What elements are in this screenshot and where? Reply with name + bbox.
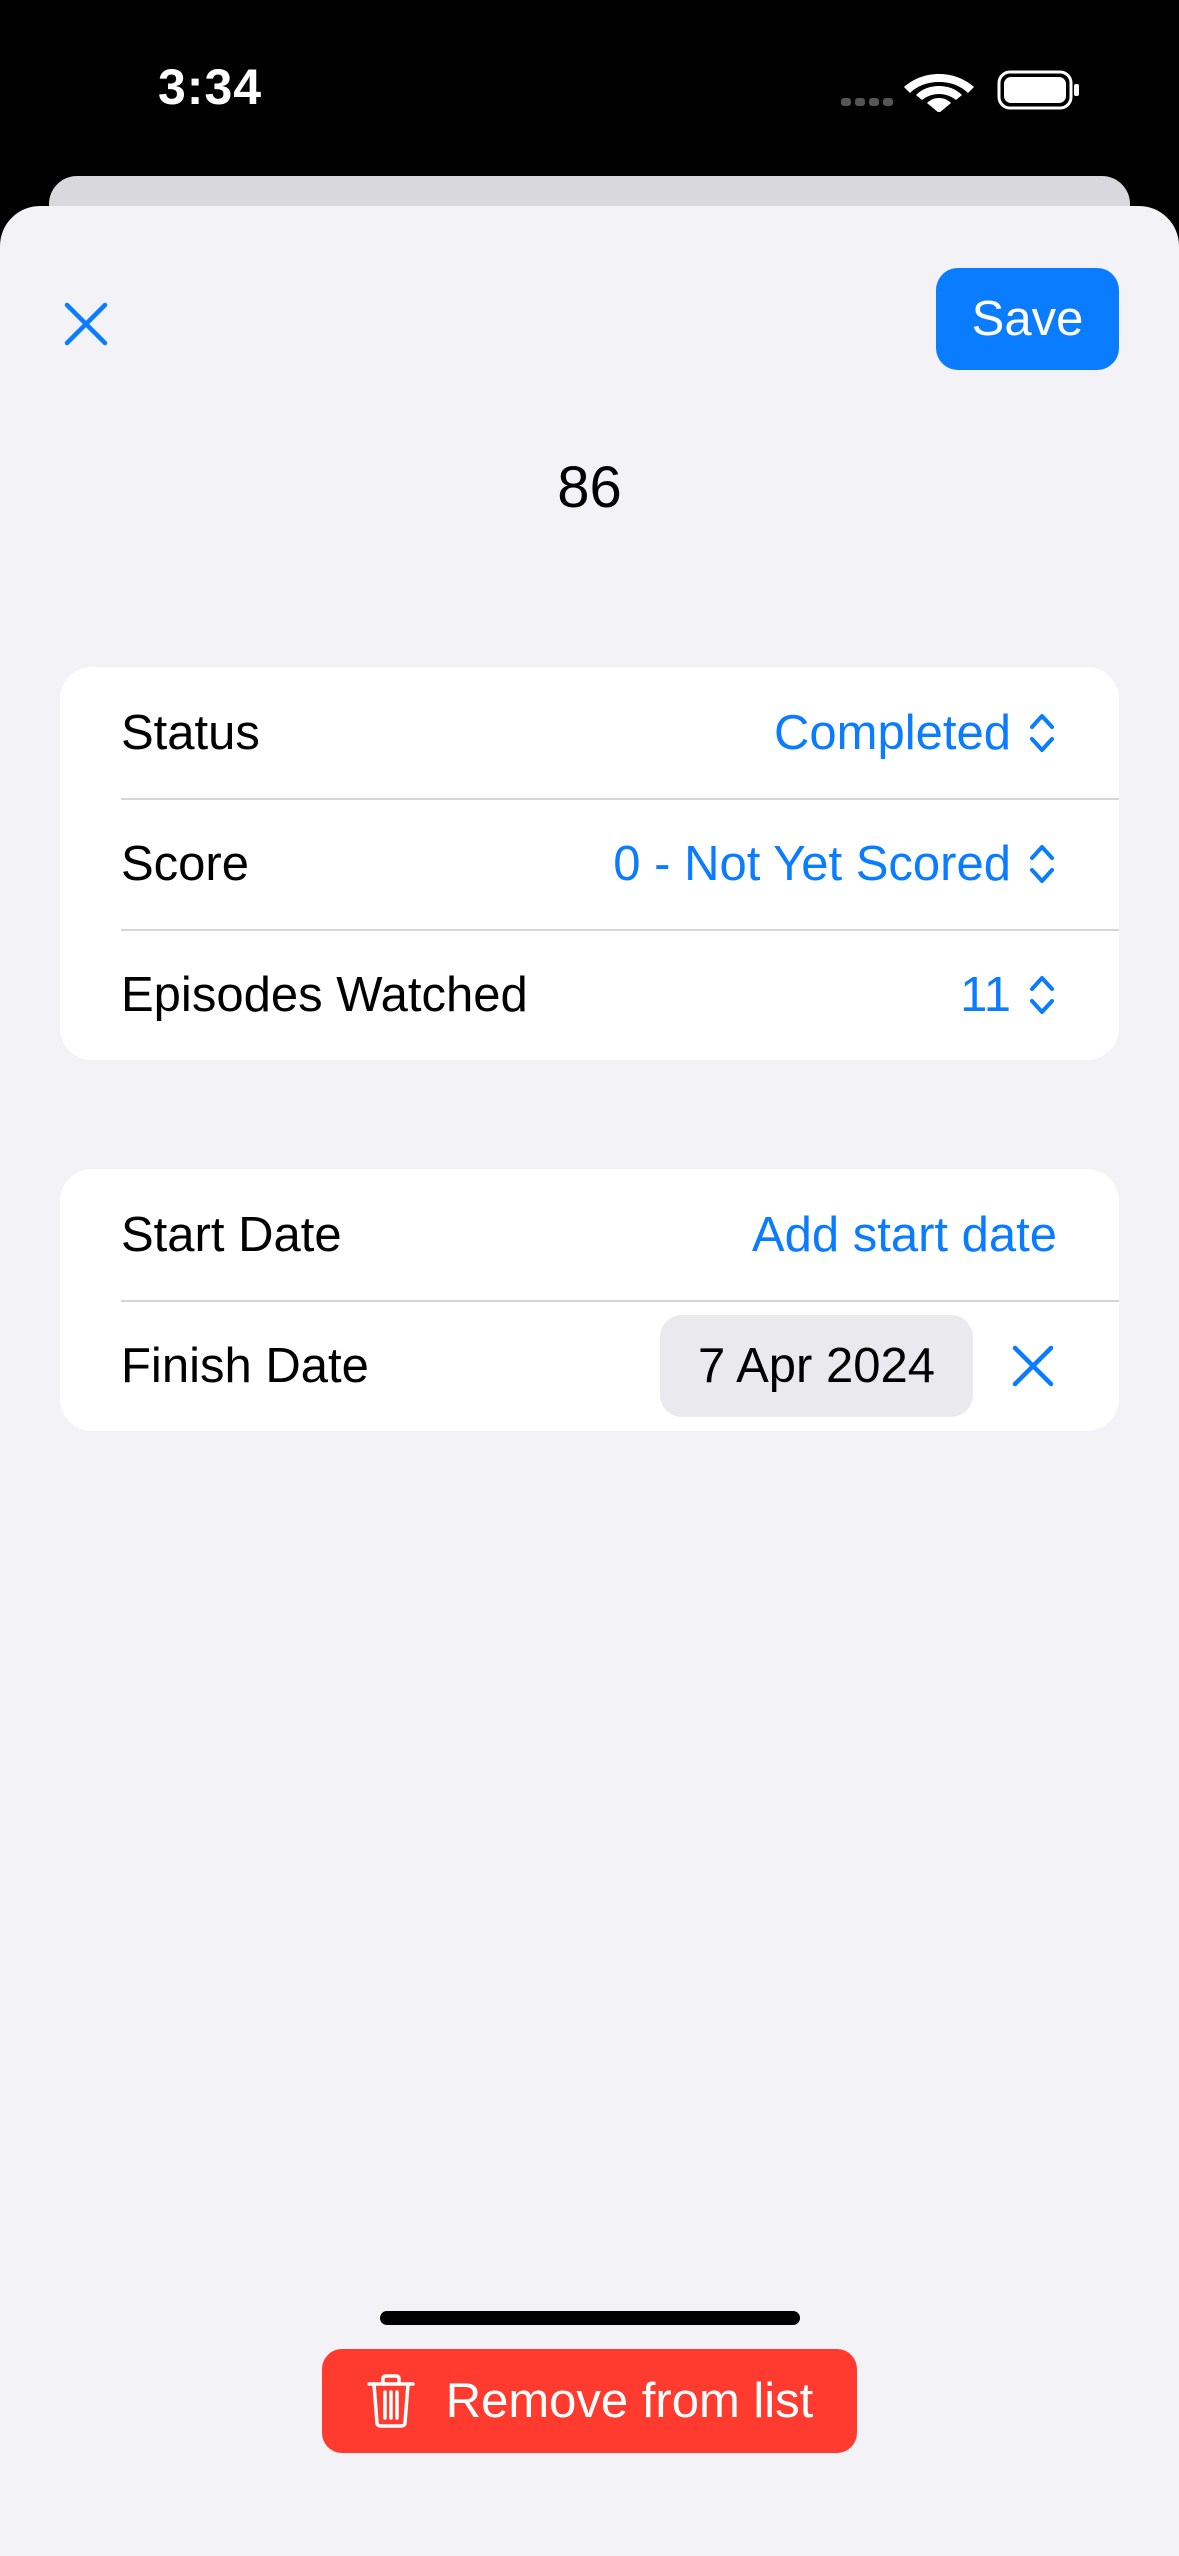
start-date-row: Start Date Add start date	[60, 1169, 1119, 1300]
episodes-value: 11	[960, 967, 1011, 1022]
dates-card: Start Date Add start date Finish Date 7 …	[60, 1169, 1119, 1431]
score-value: 0 - Not Yet Scored	[613, 836, 1011, 891]
status-time: 3:34	[158, 59, 263, 115]
add-start-date-button[interactable]: Add start date	[752, 1207, 1057, 1263]
signal-icon	[841, 98, 893, 106]
score-label: Score	[121, 836, 250, 891]
tracking-card: Status Completed Score 0 - Not Yet Score…	[60, 667, 1119, 1060]
episodes-row: Episodes Watched 11	[60, 929, 1119, 1060]
page-title: 86	[557, 455, 622, 520]
save-button[interactable]: Save	[936, 268, 1119, 370]
close-icon	[1012, 1345, 1054, 1386]
episodes-label: Episodes Watched	[121, 967, 528, 1022]
status-picker[interactable]: Completed	[774, 705, 1057, 761]
trash-icon	[366, 2374, 415, 2428]
clear-finish-date-button[interactable]	[1009, 1342, 1057, 1390]
score-picker[interactable]: 0 - Not Yet Scored	[613, 836, 1057, 892]
remove-from-list-button[interactable]: Remove from list	[322, 2349, 857, 2453]
close-icon	[64, 302, 108, 346]
status-value: Completed	[774, 705, 1011, 760]
battery-icon	[997, 70, 1079, 110]
chevron-up-down-icon	[1030, 713, 1054, 752]
score-row: Score 0 - Not Yet Scored	[60, 798, 1119, 929]
start-date-label: Start Date	[121, 1207, 342, 1262]
remove-button-label: Remove from list	[445, 2374, 814, 2428]
finish-date-label: Finish Date	[121, 1338, 369, 1393]
close-button[interactable]	[58, 296, 114, 352]
status-row: Status Completed	[60, 667, 1119, 798]
chevron-up-down-icon	[1030, 975, 1054, 1014]
finish-date-row: Finish Date 7 Apr 2024	[60, 1300, 1119, 1431]
home-indicator	[380, 2311, 800, 2325]
status-bar: 3:34	[0, 0, 1179, 175]
status-icons	[841, 68, 1081, 117]
status-label: Status	[121, 705, 260, 760]
finish-date-picker[interactable]: 7 Apr 2024	[659, 1314, 973, 1417]
finish-date-controls: 7 Apr 2024	[659, 1314, 1057, 1417]
episodes-picker[interactable]: 11	[960, 967, 1057, 1023]
wifi-icon	[904, 74, 974, 113]
edit-entry-sheet: Save 86 Status Completed Score 0 - Not Y…	[0, 206, 1179, 2556]
chevron-up-down-icon	[1030, 844, 1054, 883]
